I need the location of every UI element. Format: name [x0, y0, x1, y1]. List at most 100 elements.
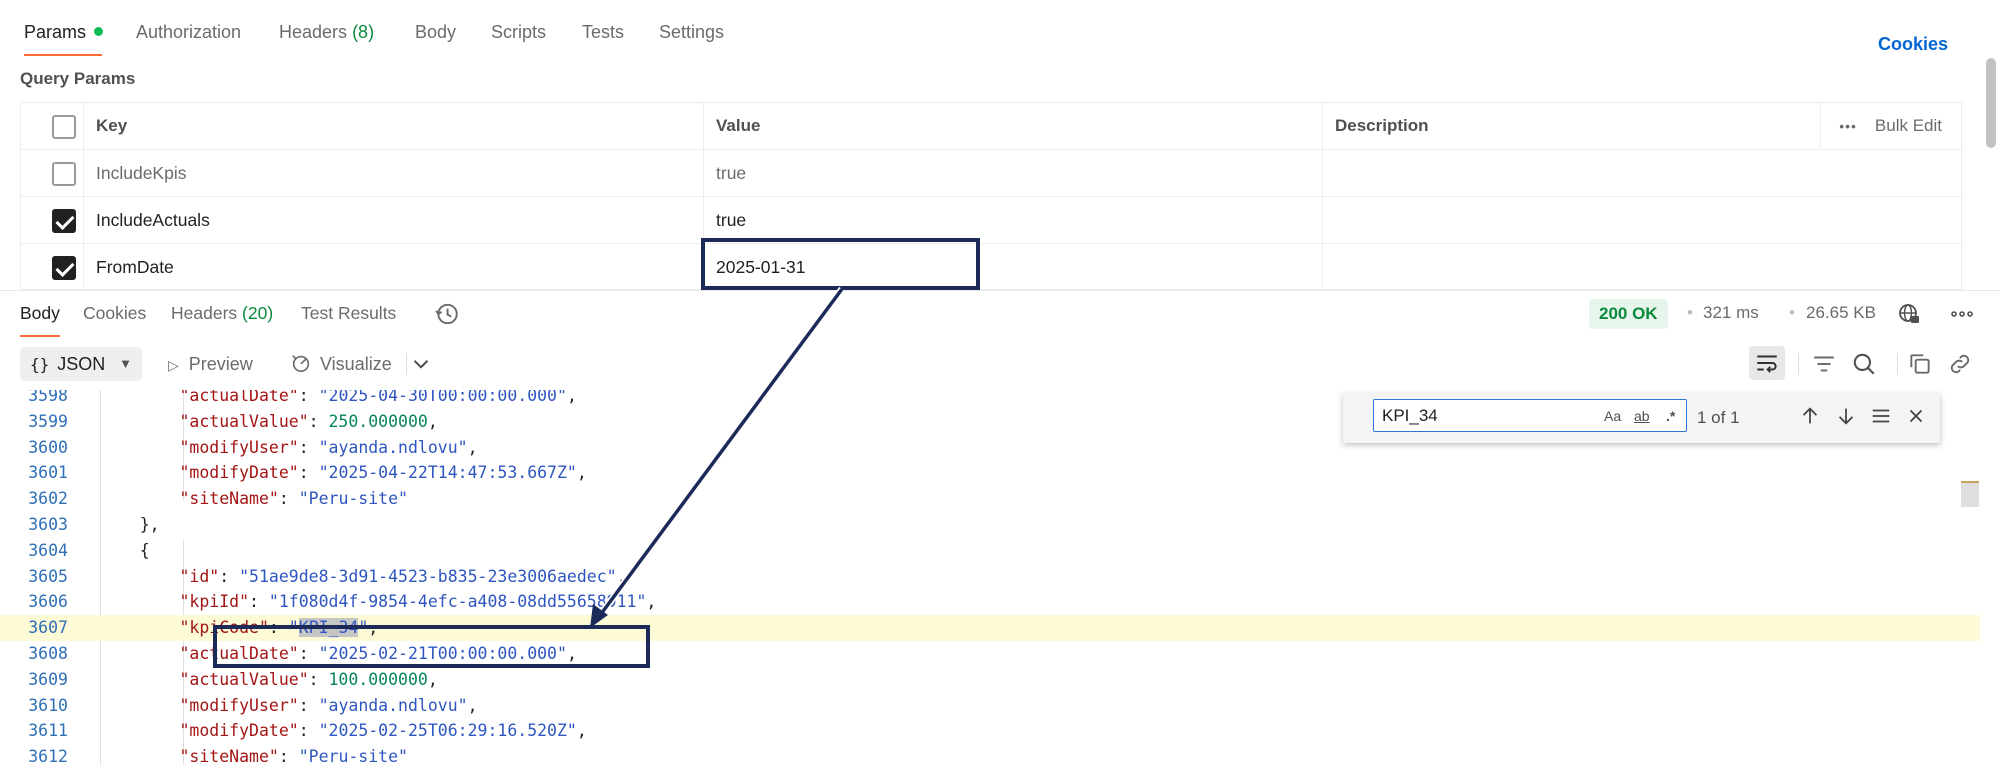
more-options-icon[interactable] — [1950, 302, 1974, 326]
more-options-icon[interactable]: ••• — [1839, 118, 1857, 134]
arrow-down-icon[interactable] — [1835, 405, 1857, 427]
json-key: "modifyUser" — [179, 437, 299, 457]
filter-icon[interactable] — [1811, 351, 1837, 377]
column-key: Key — [96, 116, 128, 135]
wrap-lines-button[interactable] — [1749, 346, 1785, 380]
code-line: 3604 { — [0, 538, 1980, 564]
code-line: 3603 }, — [0, 512, 1980, 538]
wrap-lines-icon — [1757, 355, 1777, 373]
tab-headers[interactable]: Headers (8) — [279, 22, 374, 43]
json-key: "actualValue" — [179, 669, 309, 689]
bulk-edit-label: Bulk Edit — [1874, 116, 1942, 135]
code-text: "id": "51ae9de8-3d91-4523-b835-23e3006ae… — [179, 566, 627, 586]
code-line: 3609 "actualValue": 100.000000, — [0, 667, 1980, 693]
code-line: 3611 "modifyDate": "2025-02-25T06:29:16.… — [0, 718, 1980, 744]
link-icon[interactable] — [1947, 351, 1973, 377]
column-description: Description — [1335, 116, 1429, 135]
preview-button[interactable]: ▷ Preview — [168, 347, 253, 381]
line-number: 3600 — [28, 437, 68, 457]
tab-scripts[interactable]: Scripts — [491, 22, 546, 43]
param-row: IncludeActuals true — [20, 196, 1962, 243]
code-text: "siteName": "Peru-site" — [179, 747, 408, 765]
param-key[interactable]: IncludeActuals — [96, 197, 210, 243]
json-key: "siteName" — [179, 489, 279, 509]
format-select[interactable]: {} JSON ▼ — [20, 347, 142, 381]
line-number: 3610 — [28, 695, 68, 715]
line-number: 3603 — [28, 515, 68, 534]
param-checkbox[interactable] — [52, 162, 76, 186]
param-checkbox[interactable] — [52, 209, 76, 233]
response-time[interactable]: 321 ms — [1703, 303, 1759, 323]
code-line: 3606 "kpiId": "1f080d4f-9854-4efc-a408-0… — [0, 589, 1980, 615]
param-checkbox[interactable] — [52, 256, 76, 280]
params-header-row: Key Value Description ••• Bulk Edit — [20, 102, 1962, 149]
code-text: }, — [139, 515, 160, 534]
find-input[interactable]: KPI_34 Aa ab .* — [1373, 399, 1687, 432]
param-key[interactable]: FromDate — [96, 244, 174, 290]
json-key: "id" — [179, 566, 220, 586]
regex-icon[interactable]: .* — [1666, 401, 1675, 432]
response-tab-cookies[interactable]: Cookies — [83, 303, 146, 324]
params-indicator-dot — [94, 26, 104, 36]
column-value: Value — [716, 116, 761, 135]
response-tab-headers[interactable]: Headers (20) — [171, 303, 273, 324]
line-number: 3601 — [28, 463, 68, 483]
response-tab-test-results[interactable]: Test Results — [301, 303, 396, 324]
line-number: 3606 — [28, 592, 68, 612]
line-number: 3608 — [28, 644, 68, 663]
code-text: "actualValue": 100.000000, — [179, 669, 438, 689]
line-number: 3605 — [28, 566, 68, 586]
param-key[interactable]: IncludeKpis — [96, 150, 186, 196]
tab-authorization[interactable]: Authorization — [136, 22, 241, 43]
tab-params-label: Params — [24, 22, 87, 42]
visualize-button[interactable]: Visualize — [290, 347, 392, 381]
code-text: "kpiId": "1f080d4f-9854-4efc-a408-08dd55… — [179, 592, 657, 612]
json-value: "Peru-site" — [298, 489, 408, 509]
json-value: "2025-04-22T14:47:53.667Z" — [318, 463, 577, 483]
active-tab-underline — [24, 54, 102, 56]
line-number: 3599 — [28, 411, 68, 431]
status-badge[interactable]: 200 OK — [1589, 299, 1668, 329]
toolbar-divider — [1798, 353, 1799, 375]
scrollbar[interactable] — [1986, 58, 1996, 148]
meta-separator: • — [1687, 303, 1693, 322]
param-value[interactable]: true — [716, 150, 746, 196]
arrow-up-icon[interactable] — [1799, 405, 1821, 427]
code-text: "modifyDate": "2025-04-22T14:47:53.667Z"… — [179, 463, 587, 483]
response-tab-body[interactable]: Body — [20, 303, 60, 324]
tab-body[interactable]: Body — [415, 22, 456, 43]
json-value: "1f080d4f-9854-4efc-a408-08dd55658911" — [268, 592, 647, 612]
network-globe-icon[interactable] — [1897, 302, 1921, 326]
json-key: "modifyDate" — [179, 463, 299, 483]
copy-icon[interactable] — [1907, 351, 1933, 377]
cookies-link[interactable]: Cookies — [1878, 34, 1948, 55]
whole-word-icon[interactable]: ab — [1634, 401, 1650, 432]
preview-label: Preview — [188, 354, 253, 374]
json-value: 250.000000 — [328, 411, 428, 431]
find-in-selection-icon[interactable] — [1870, 405, 1892, 427]
tab-settings[interactable]: Settings — [659, 22, 724, 43]
play-icon: ▷ — [168, 357, 179, 373]
bulk-edit-button[interactable]: ••• Bulk Edit — [1839, 103, 1942, 149]
param-row: IncludeKpis true — [20, 149, 1962, 196]
response-toolbar: {} JSON ▼ ▷ Preview Visualize — [0, 345, 2000, 385]
line-number: 3609 — [28, 669, 68, 689]
param-value[interactable]: true — [716, 197, 746, 243]
match-case-icon[interactable]: Aa — [1604, 401, 1621, 432]
json-value: 100.000000 — [328, 669, 428, 689]
response-size[interactable]: 26.65 KB — [1806, 303, 1876, 323]
chevron-down-icon[interactable] — [408, 351, 434, 377]
response-tab-headers-label: Headers — [171, 303, 238, 323]
json-key: "actualValue" — [179, 411, 309, 431]
search-icon[interactable] — [1851, 351, 1877, 377]
tab-params[interactable]: Params — [24, 22, 104, 43]
toolbar-divider — [406, 353, 407, 375]
close-icon[interactable] — [1905, 405, 1927, 427]
json-value: "51ae9de8-3d91-4523-b835-23e3006aedec" — [239, 566, 617, 586]
response-body-code[interactable]: 3598 "actualDate": "2025-04-30T00:00:00.… — [0, 390, 1980, 765]
select-all-checkbox[interactable] — [52, 115, 76, 139]
code-text: "modifyUser": "ayanda.ndlovu", — [179, 695, 478, 715]
history-icon[interactable] — [434, 301, 460, 327]
tab-tests[interactable]: Tests — [582, 22, 624, 43]
find-widget: KPI_34 Aa ab .* 1 of 1 — [1343, 393, 1940, 443]
